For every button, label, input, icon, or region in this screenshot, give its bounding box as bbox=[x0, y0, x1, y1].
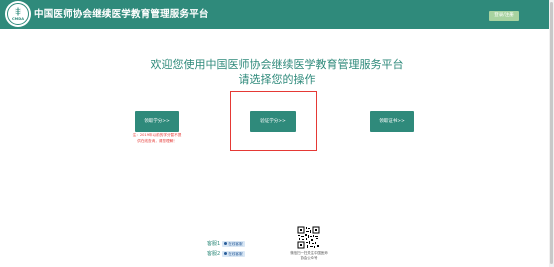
get-certificate-button[interactable]: 领取证书>> bbox=[370, 111, 414, 132]
cmda-logo: CMDA bbox=[5, 1, 31, 27]
welcome-line-2: 请选择您的操作 bbox=[238, 73, 316, 86]
apply-credit-button[interactable]: 领取学分>> bbox=[135, 111, 179, 132]
customer-service-1: 客服1 在线客服 bbox=[207, 239, 245, 248]
welcome-line-1: 欢迎您使用中国医师协会继续医学教育管理服务平台 bbox=[150, 58, 404, 71]
login-register-button[interactable]: 登录/注册 bbox=[489, 11, 519, 21]
customer-service-2: 客服2 在线客服 bbox=[207, 249, 245, 258]
welcome-message: 欢迎您使用中国医师协会继续医学教育管理服务平台 请选择您的操作 bbox=[0, 58, 554, 87]
cs1-chat-label: 在线客服 bbox=[228, 241, 243, 246]
logo-text: CMDA bbox=[12, 17, 24, 21]
qr-caption: 微信扫一扫关注中国医师协会公众号 bbox=[290, 251, 328, 260]
cs2-label: 客服2 bbox=[207, 251, 221, 257]
qq-icon bbox=[224, 242, 228, 245]
top-header-bar: CMDA 中国医师协会继续医学教育管理服务平台 登录/注册 bbox=[0, 0, 554, 29]
scrollbar-thumb[interactable] bbox=[550, 2, 553, 264]
site-title: 中国医师协会继续医学教育管理服务平台 bbox=[34, 9, 209, 20]
staff-icon: CMDA bbox=[12, 7, 24, 21]
wechat-qr-code bbox=[297, 226, 320, 249]
cs2-chat-button[interactable]: 在线客服 bbox=[222, 250, 245, 257]
cs1-label: 客服1 bbox=[207, 241, 221, 247]
cs2-chat-label: 在线客服 bbox=[228, 251, 243, 256]
cs1-chat-button[interactable]: 在线客服 bbox=[222, 240, 245, 247]
cmda-logo-emblem: CMDA bbox=[7, 3, 29, 25]
red-highlight-frame bbox=[230, 91, 317, 151]
qq-icon bbox=[224, 252, 228, 255]
credit-notice: 注：2019年以前的学分暂不提供在线查询，请您理解！ bbox=[132, 133, 182, 143]
